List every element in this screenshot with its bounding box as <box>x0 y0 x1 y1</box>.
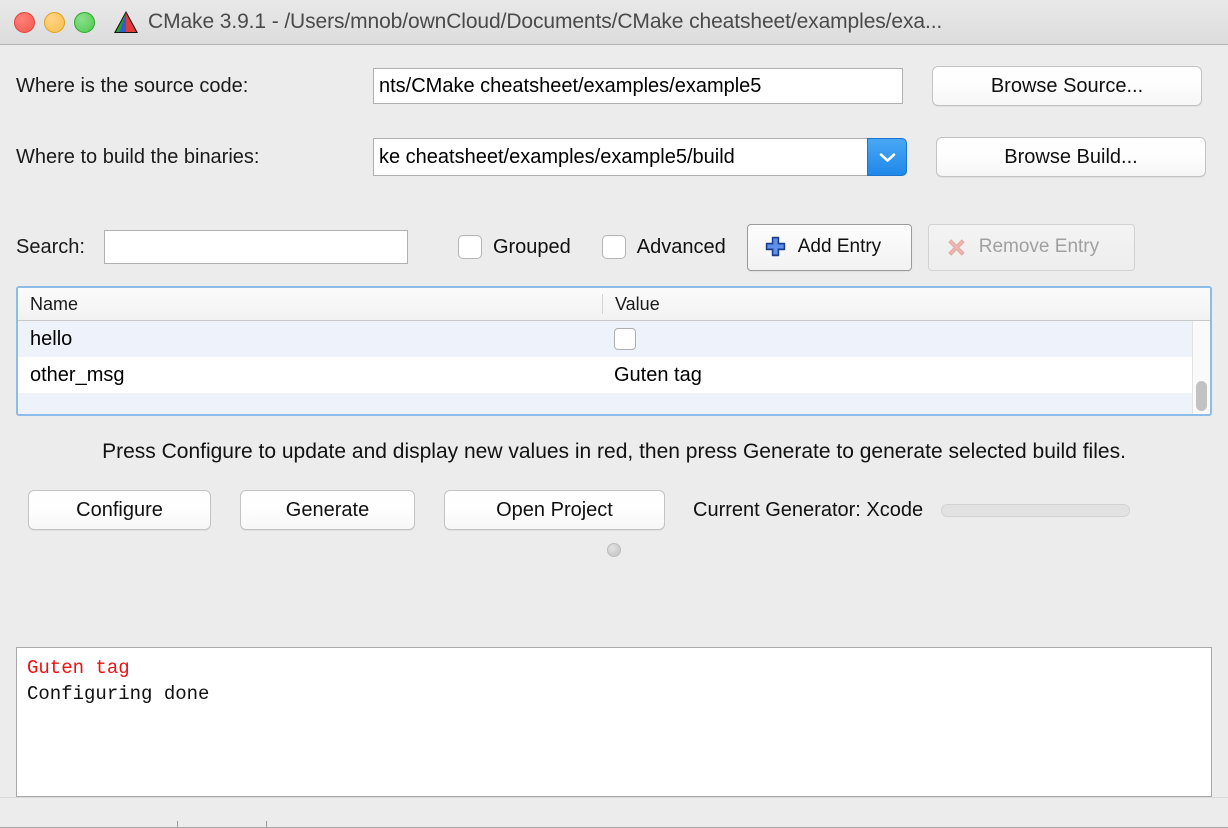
add-entry-button[interactable]: Add Entry <box>746 223 912 271</box>
source-path-row: Where is the source code: nts/CMake chea… <box>16 66 1212 106</box>
open-project-button[interactable]: Open Project <box>444 490 665 530</box>
main-content: Where is the source code: nts/CMake chea… <box>0 45 1228 647</box>
browse-source-button[interactable]: Browse Source... <box>932 66 1202 106</box>
table-row[interactable]: other_msg Guten tag <box>18 357 1192 393</box>
cache-entry-value[interactable]: Guten tag <box>602 364 1192 387</box>
cache-entry-name: hello <box>30 327 73 350</box>
table-empty-row <box>18 393 1192 414</box>
cache-variables-table[interactable]: Name Value hello other_msg Guten tag <box>16 286 1212 416</box>
configure-button[interactable]: Configure <box>28 490 211 530</box>
progress-bar <box>941 503 1131 517</box>
build-path-dropdown-button[interactable] <box>867 138 907 176</box>
log-line: Guten tag <box>27 657 130 679</box>
table-vertical-scrollbar[interactable] <box>1192 321 1210 414</box>
log-line: Configuring done <box>27 683 210 705</box>
splitter[interactable] <box>16 538 1212 562</box>
instruction-line-2: selected build files. <box>948 440 1126 463</box>
current-generator-label: Current Generator: Xcode <box>693 498 924 521</box>
build-path-input[interactable]: ke cheatsheet/examples/example5/build <box>373 138 867 176</box>
advanced-checkbox[interactable] <box>601 235 626 259</box>
search-input[interactable] <box>103 230 408 264</box>
grouped-checkbox[interactable] <box>457 235 482 259</box>
window-controls <box>0 11 95 33</box>
zoom-window-button[interactable] <box>74 11 95 33</box>
output-log[interactable]: Guten tag Configuring done <box>16 647 1212 797</box>
build-path-label: Where to build the binaries: <box>16 145 260 168</box>
minimize-window-button[interactable] <box>44 11 65 33</box>
splitter-handle[interactable] <box>607 543 621 557</box>
table-header-row: Name Value <box>18 288 1210 321</box>
window-title: CMake 3.9.1 - /Users/mnob/ownCloud/Docum… <box>148 10 943 33</box>
generate-button[interactable]: Generate <box>240 490 415 530</box>
remove-entry-label: Remove Entry <box>978 236 1100 257</box>
instruction-text: Press Configure to update and display ne… <box>16 437 1212 466</box>
close-window-button[interactable] <box>14 11 35 33</box>
title-area: CMake 3.9.1 - /Users/mnob/ownCloud/Docum… <box>113 10 942 34</box>
cmake-gui-window: CMake 3.9.1 - /Users/mnob/ownCloud/Docum… <box>0 0 1228 828</box>
build-path-combo: ke cheatsheet/examples/example5/build <box>373 138 907 176</box>
search-options-row: Search: Grouped Advanced Add Entry Remov… <box>16 223 1212 271</box>
cache-entry-checkbox[interactable] <box>614 328 636 350</box>
table-scrollbar-thumb[interactable] <box>1196 381 1207 411</box>
build-path-row: Where to build the binaries: ke cheatshe… <box>16 137 1212 177</box>
table-row[interactable]: hello <box>18 321 1192 357</box>
cache-entry-value[interactable] <box>602 328 1192 350</box>
grouped-label: Grouped <box>492 235 571 258</box>
title-bar: CMake 3.9.1 - /Users/mnob/ownCloud/Docum… <box>0 0 1228 45</box>
plus-icon <box>764 236 787 259</box>
column-header-value[interactable]: Value <box>602 294 1210 314</box>
browse-build-button[interactable]: Browse Build... <box>936 137 1206 177</box>
advanced-checkbox-group[interactable]: Advanced <box>601 235 726 259</box>
advanced-label: Advanced <box>636 235 726 258</box>
column-header-name[interactable]: Name <box>18 294 602 315</box>
chevron-down-icon <box>879 152 896 163</box>
grouped-checkbox-group[interactable]: Grouped <box>457 235 571 259</box>
cmake-logo-icon <box>113 10 139 34</box>
source-path-label: Where is the source code: <box>16 74 249 97</box>
source-path-input[interactable]: nts/CMake cheatsheet/examples/example5 <box>373 68 903 104</box>
cache-entry-name: other_msg <box>30 363 125 386</box>
search-label: Search: <box>16 235 85 258</box>
action-buttons-row: Configure Generate Open Project Current … <box>16 490 1212 530</box>
table-rows: hello other_msg Guten tag <box>18 321 1192 414</box>
x-mark-icon <box>945 236 968 259</box>
status-bar <box>0 797 1228 828</box>
instruction-line-1: Press Configure to update and display ne… <box>102 440 943 463</box>
add-entry-label: Add Entry <box>797 236 882 257</box>
table-body: hello other_msg Guten tag <box>18 321 1210 414</box>
remove-entry-button[interactable]: Remove Entry <box>927 223 1135 271</box>
